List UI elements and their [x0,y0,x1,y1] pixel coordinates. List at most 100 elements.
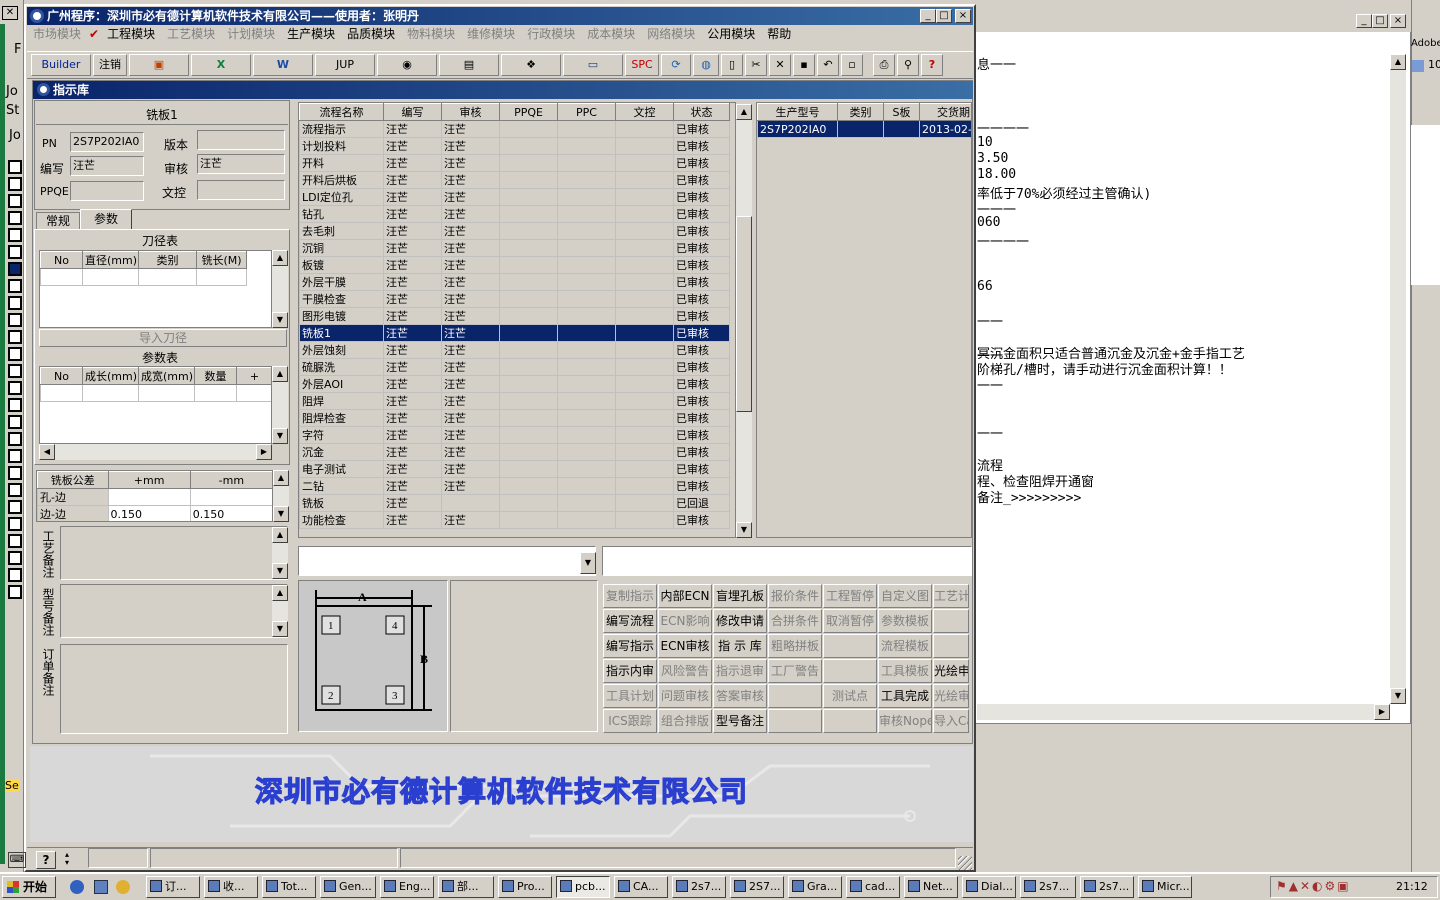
flow-row[interactable]: 外层AOI 汪芒 汪芒 已审核 [299,375,730,393]
side-window-icon[interactable] [8,211,22,225]
eye-icon[interactable]: ◉ [377,54,437,76]
side-window-icon[interactable] [8,483,22,497]
menu-11[interactable]: 公用模块 [701,25,761,43]
action-button-1-0[interactable]: 编写流程 [603,609,657,633]
action-button-4-2[interactable]: 答案审核 [713,684,767,708]
side-window-icon[interactable] [8,364,22,378]
action-button-1-2[interactable]: 修改申请 [713,609,767,633]
column-header[interactable]: 类别 [138,251,197,269]
side-window-icon[interactable] [8,262,22,276]
column-header[interactable]: 流程名称 [299,103,384,121]
taskbar-item[interactable]: 2s7... [672,876,726,898]
logout-button[interactable]: 注销 [93,54,127,76]
param-table[interactable]: No 成长(mm) 成宽(mm) 数量 + [39,366,272,444]
flow-row[interactable]: 铣板 汪芒 已回退 [299,494,730,512]
side-window-icon[interactable] [8,534,22,548]
flow-row[interactable]: 沉金 汪芒 汪芒 已审核 [299,443,730,461]
reviewer-field[interactable]: 汪芒 [197,154,285,174]
action-button-3-1[interactable]: 风险警告 [658,659,712,683]
computer-icon[interactable]: ▭ [563,54,623,76]
print-icon[interactable]: ⎙ [873,54,895,76]
bg-doc-area[interactable] [977,54,1389,704]
word-icon[interactable]: W [253,54,313,76]
column-header[interactable]: 铣板公差 [37,471,109,489]
taskbar-item[interactable]: 2s7... [1080,876,1134,898]
column-header[interactable]: + [236,367,271,385]
action-button-3-6[interactable]: 光绘申 [933,659,969,683]
tolerance-scroll[interactable]: ▲ ▼ [273,470,289,522]
left-strip-close-icon[interactable]: ✕ [2,6,18,20]
bg-vscroll[interactable]: ▲ ▼ [1390,54,1406,704]
tolerance-row[interactable]: 孔-边 [37,488,272,506]
excel-icon[interactable]: X [191,54,251,76]
column-header[interactable]: PPQE [499,103,558,121]
quicklaunch-clock-icon[interactable] [116,880,130,894]
side-window-icon[interactable] [8,381,22,395]
side-window-icon[interactable] [8,585,22,599]
flow-scroll-thumb[interactable] [736,216,752,412]
column-header[interactable]: 文控 [615,103,674,121]
taskbar-item[interactable]: 收... [204,876,258,898]
remark-process-scroll[interactable]: ▲ ▼ [272,527,288,579]
side-window-icon[interactable] [8,568,22,582]
flow-combo-dropdown-icon[interactable]: ▼ [580,552,596,574]
action-button-5-5[interactable]: 审核Nope [878,709,932,733]
action-button-5-2[interactable]: 型号备注 [713,709,767,733]
action-button-4-1[interactable]: 问题审核 [658,684,712,708]
side-window-icon[interactable] [8,177,22,191]
main-minimize-button[interactable]: _ [920,9,936,23]
side-window-icon[interactable] [8,245,22,259]
column-header[interactable]: 交货期 [919,103,971,121]
builder-button[interactable]: Builder [31,54,91,76]
action-button-3-4[interactable] [823,659,877,683]
taskbar-item[interactable]: 2s7... [1020,876,1076,898]
side-window-icon[interactable] [8,500,22,514]
side-window-icon[interactable] [8,279,22,293]
action-button-4-6[interactable]: 光绘审 [933,684,969,708]
action-button-2-3[interactable]: 粗略拼板 [768,634,822,658]
menu-2[interactable]: 工艺模块 [161,25,221,43]
ppqe-field[interactable] [70,181,144,201]
side-window-icon[interactable] [8,228,22,242]
action-button-2-5[interactable]: 流程模板 [878,634,932,658]
flow-row[interactable]: 阻焊 汪芒 汪芒 已审核 [299,392,730,410]
flow-row[interactable]: 铣板1 汪芒 汪芒 已审核 [299,324,730,342]
doc-control-field[interactable] [197,180,285,200]
side-window-icon[interactable] [8,160,22,174]
flow-scroll[interactable]: ▲ ▼ [736,104,752,538]
menu-3[interactable]: 计划模块 [221,25,281,43]
action-button-5-0[interactable]: ICS跟踪 [603,709,657,733]
flow-row[interactable]: 图形电镀 汪芒 汪芒 已审核 [299,307,730,325]
column-header[interactable]: No [40,367,83,385]
table-row[interactable] [40,268,247,286]
column-header[interactable]: -mm [189,471,272,489]
side-window-icon[interactable] [8,330,22,344]
jup-button[interactable]: JUP [315,54,375,76]
help-icon[interactable]: ? [921,54,943,76]
side-window-icon[interactable] [8,517,22,531]
flow-row[interactable]: 外层干膜 汪芒 汪芒 已审核 [299,273,730,291]
tab-params[interactable]: 参数 [80,209,132,230]
side-window-icon[interactable] [8,194,22,208]
action-button-5-4[interactable] [823,709,877,733]
taskbar-item[interactable]: Eng... [380,876,434,898]
flow-row[interactable]: 二钻 汪芒 汪芒 已审核 [299,477,730,495]
child-titlebar[interactable]: 指示库 [33,81,973,99]
action-button-0-4[interactable]: 工程暂停 [823,584,877,608]
tray-icons[interactable]: ⚑▲✕◐⚙▣ [1276,879,1351,893]
action-button-0-6[interactable]: 工艺计 [933,584,969,608]
column-header[interactable]: 铣长(M) [196,251,247,269]
action-button-2-2[interactable]: 指 示 库 [713,634,767,658]
action-button-4-5[interactable]: 工具完成 [878,684,932,708]
flow-row[interactable]: LDI定位孔 汪芒 汪芒 已审核 [299,188,730,206]
spc-button[interactable]: SPC [625,54,659,76]
quicklaunch-desktop-icon[interactable] [94,880,108,894]
action-button-0-0[interactable]: 复制指示 [603,584,657,608]
menu-12[interactable]: 帮助 [761,25,797,43]
taskbar-item[interactable]: pcb... [556,876,610,898]
flow-row[interactable]: 开料后烘板 汪芒 汪芒 已审核 [299,171,730,189]
action-button-1-4[interactable]: 取消暂停 [823,609,877,633]
column-header[interactable]: No [40,251,83,269]
column-header[interactable]: PPC [557,103,616,121]
side-window-icon[interactable] [8,466,22,480]
